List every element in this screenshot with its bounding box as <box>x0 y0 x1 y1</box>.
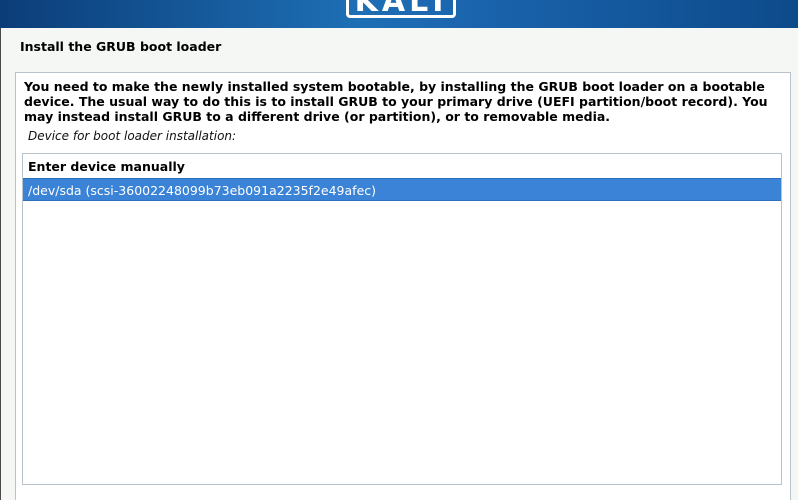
kali-logo: KALI <box>346 0 456 18</box>
list-item-dev-sda[interactable]: /dev/sda (scsi-36002248099b73eb091a2235f… <box>23 178 781 201</box>
device-question-label: Device for boot loader installation: <box>28 129 237 143</box>
window-left-border <box>0 28 1 500</box>
kali-banner: KALI <box>0 0 798 28</box>
list-item-enter-device-manually[interactable]: Enter device manually <box>23 155 781 178</box>
description-text: You need to make the newly installed sys… <box>24 79 768 124</box>
page-title: Install the GRUB boot loader <box>20 39 222 54</box>
device-listbox[interactable]: Enter device manually /dev/sda (scsi-360… <box>22 153 782 485</box>
